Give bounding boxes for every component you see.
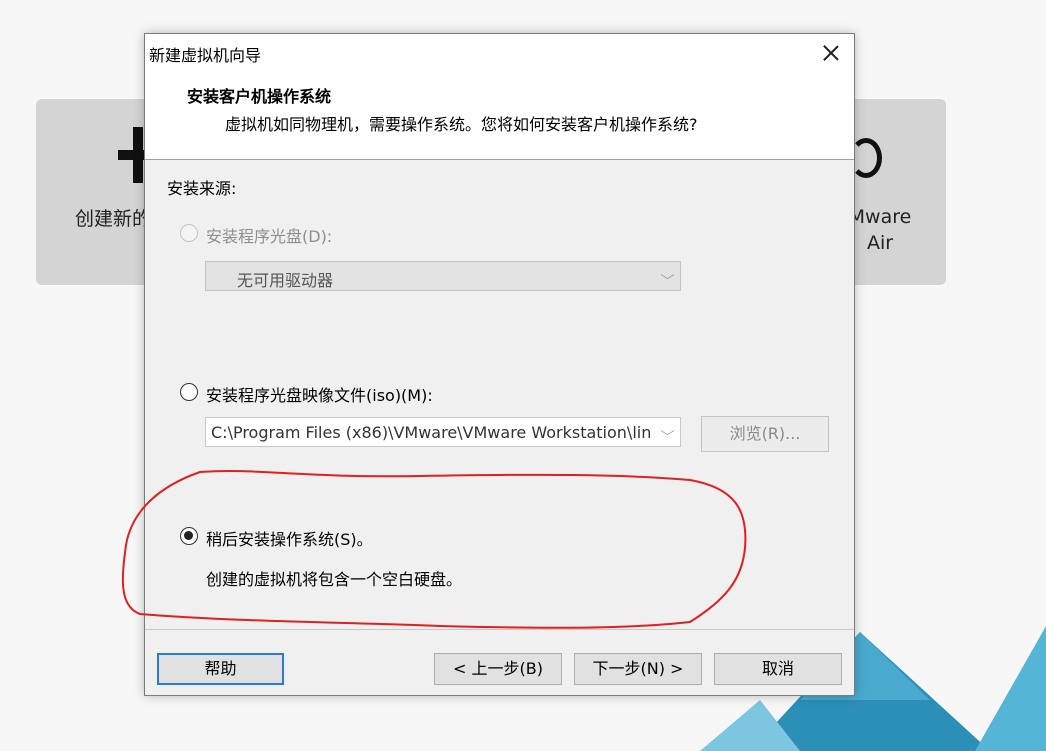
help-button[interactable]: 帮助 [157,653,284,685]
page-title: 安装客户机操作系统 [187,87,332,106]
install-source-label: 安装来源: [167,179,237,198]
cancel-button[interactable]: 取消 [714,653,842,685]
radio-install-iso[interactable] [180,383,198,401]
radio-install-later[interactable] [180,527,198,545]
radio-install-disc[interactable] [180,224,198,242]
iso-path-combobox[interactable]: C:\Program Files (x86)\VMware\VMware Wor… [205,417,681,447]
page-subtitle: 虚拟机如同物理机，需要操作系统。您将如何安装客户机操作系统? [225,115,698,134]
install-iso-label: 安装程序光盘映像文件(iso)(M): [206,386,433,405]
next-button[interactable]: 下一步(N) > [574,653,702,685]
browse-button[interactable]: 浏览(R)... [701,416,829,452]
footer-divider [145,629,854,630]
install-later-label: 稍后安装操作系统(S)。 [206,530,373,549]
titlebar: 新建虚拟机向导 [145,34,854,70]
install-later-description: 创建的虚拟机将包含一个空白硬盘。 [206,570,463,589]
drive-select[interactable]: 无可用驱动器 ⌵ [205,261,681,291]
close-icon[interactable] [818,40,844,66]
wizard-header: 安装客户机操作系统 虚拟机如同物理机，需要操作系统。您将如何安装客户机操作系统? [145,70,854,160]
install-disc-label: 安装程序光盘(D): [206,227,333,246]
iso-path-value: C:\Program Files (x86)\VMware\VMware Wor… [211,423,651,442]
chevron-down-icon: ⌵ [660,268,675,282]
back-button[interactable]: < 上一步(B) [434,653,562,685]
drive-select-value: 无可用驱动器 [237,271,334,290]
dialog-title: 新建虚拟机向导 [149,46,262,65]
new-vm-wizard-dialog: 新建虚拟机向导 安装客户机操作系统 虚拟机如同物理机，需要操作系统。您将如何安装… [144,33,855,696]
chevron-down-icon: ⌵ [660,424,675,438]
